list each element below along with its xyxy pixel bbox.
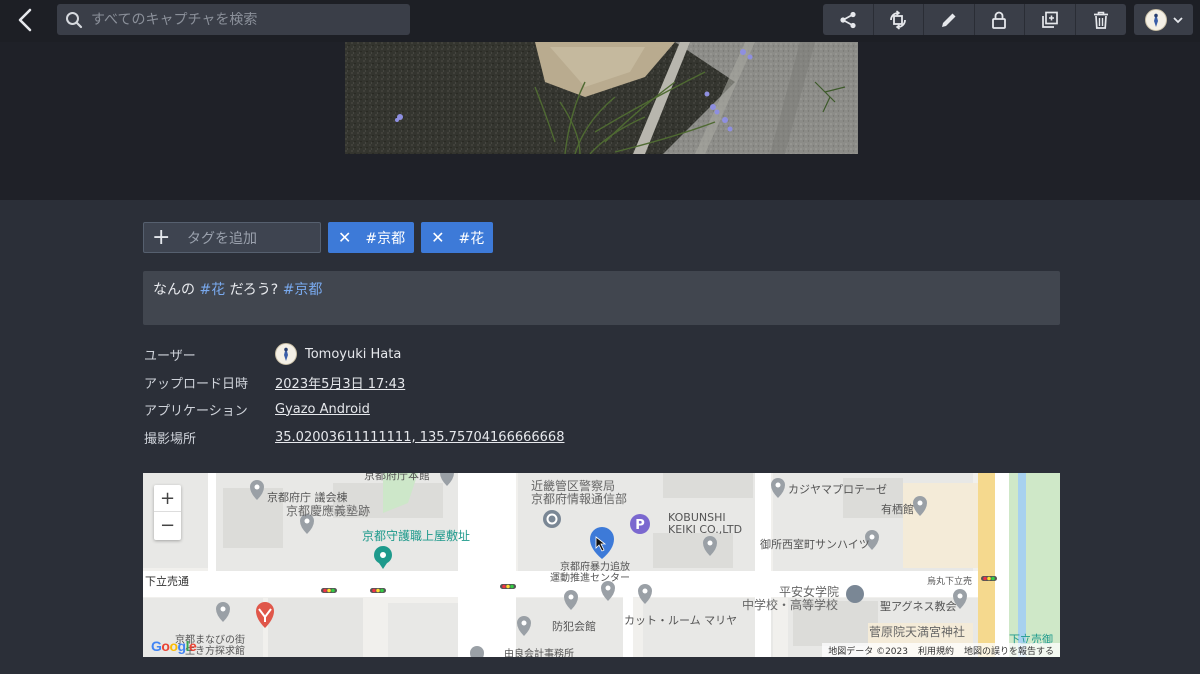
share-icon	[840, 11, 856, 28]
description-hashtag[interactable]: #京都	[283, 282, 323, 298]
map-label: 由良会計事務所	[504, 649, 574, 657]
user-menu-button[interactable]	[1134, 4, 1193, 35]
tag-label: #花	[458, 230, 485, 247]
meta-row-location: 撮影場所 35.02003611111111, 135.757041666666…	[144, 426, 844, 448]
description-field[interactable]: なんの #花 だろう? #京都	[143, 271, 1060, 325]
search-icon	[66, 11, 83, 28]
avatar-figure-icon	[284, 347, 288, 361]
map-label: カジヤマプロテーゼ	[788, 483, 887, 496]
map-terms-link[interactable]: 利用規約	[918, 644, 954, 657]
tag-chip[interactable]: ✕ #花	[421, 222, 494, 253]
svg-text:P: P	[635, 518, 645, 533]
meta-label: 撮影場所	[144, 431, 197, 447]
tag-chip[interactable]: ✕ #京都	[328, 222, 415, 253]
google-logo: Google	[151, 638, 197, 654]
tag-list: + タグを追加 ✕ #京都 ✕ #花	[143, 222, 494, 253]
lock-icon	[992, 11, 1007, 29]
remove-tag-icon[interactable]: ✕	[338, 228, 351, 247]
map-label: 菅原院天満宮神社	[869, 625, 966, 639]
map-label: 京都府庁本館	[364, 473, 430, 482]
avatar	[1144, 8, 1167, 31]
map-label: 防犯会館	[552, 620, 596, 633]
map-label: 御所西室町サンハイツ	[760, 538, 870, 551]
map-label: KEIKI CO.,LTD	[668, 523, 743, 536]
meta-row-app: アプリケーション Gyazo Android	[144, 398, 844, 420]
application-link[interactable]: Gyazo Android	[275, 402, 370, 417]
duplicate-icon	[1041, 11, 1058, 28]
remove-tag-icon[interactable]: ✕	[431, 228, 444, 247]
add-tag-button[interactable]: + タグを追加	[143, 222, 321, 253]
location-link[interactable]: 35.02003611111111, 135.75704166666668	[275, 430, 564, 445]
map-label: 京都守護職上屋敷址	[362, 529, 471, 543]
plus-icon: +	[152, 224, 171, 250]
back-button[interactable]	[10, 4, 40, 36]
top-bar	[0, 0, 1200, 42]
map-report-link[interactable]: 地図の誤りを報告する	[964, 644, 1054, 657]
map-zoom-control: + −	[154, 485, 181, 540]
user-name: Tomoyuki Hata	[305, 346, 402, 362]
description-text: なんの	[153, 282, 200, 298]
toolbar	[823, 4, 1126, 35]
meta-label: アプリケーション	[144, 403, 248, 419]
trash-icon	[1093, 11, 1108, 29]
upload-date-link[interactable]: 2023年5月3日 17:43	[275, 373, 405, 392]
map-label: 下立売通	[145, 575, 189, 588]
description-text: だろう?	[225, 282, 283, 298]
chevron-down-icon	[1172, 16, 1183, 23]
tag-label: #京都	[365, 230, 406, 247]
delete-button[interactable]	[1076, 4, 1127, 35]
map-label: 聖アグネス教会	[880, 600, 957, 613]
meta-row-user: ユーザー Tomoyuki Hata	[144, 343, 844, 365]
description-hashtag[interactable]: #花	[199, 282, 225, 298]
meta-row-upload: アップロード日時 2023年5月3日 17:43	[144, 371, 844, 393]
rotate-button[interactable]	[874, 4, 924, 35]
meta-label: アップロード日時	[144, 376, 249, 392]
search-box[interactable]	[57, 4, 410, 35]
map-label: 烏丸下立売	[927, 577, 973, 587]
map-label: 中学校・高等学校	[742, 598, 839, 612]
rotate-icon	[890, 9, 907, 30]
avatar-figure-icon	[1153, 12, 1158, 27]
search-input[interactable]	[91, 11, 391, 28]
edit-button[interactable]	[924, 4, 975, 35]
pencil-icon	[941, 13, 956, 27]
lock-button[interactable]	[975, 4, 1025, 35]
image-viewer	[0, 42, 1200, 200]
chevron-left-icon	[18, 8, 32, 32]
map-label: 京都慶應義塾跡	[286, 504, 371, 518]
add-tag-label: タグを追加	[187, 230, 257, 247]
map-label: 運動推進センター	[550, 573, 630, 584]
share-button[interactable]	[823, 4, 874, 35]
map-label: カット・ルーム マリヤ	[624, 614, 738, 627]
map-data-credit: 地図データ ©2023	[828, 646, 908, 657]
zoom-in-button[interactable]: +	[154, 485, 181, 512]
avatar	[275, 343, 297, 365]
location-map[interactable]: P 京都府庁本館 京都府庁 議会棟 京都慶應義塾跡 京都守護職上屋敷址 近畿管区…	[143, 473, 1060, 657]
meta-label: ユーザー	[144, 348, 196, 364]
duplicate-button[interactable]	[1025, 4, 1076, 35]
map-label: 有栖館	[881, 503, 914, 516]
map-attribution: 地図データ ©2023 利用規約 地図の誤りを報告する	[822, 643, 1060, 657]
captured-photo[interactable]	[345, 42, 858, 154]
map-label: 京都府情報通信部	[531, 492, 628, 506]
zoom-out-button[interactable]: −	[154, 512, 181, 539]
